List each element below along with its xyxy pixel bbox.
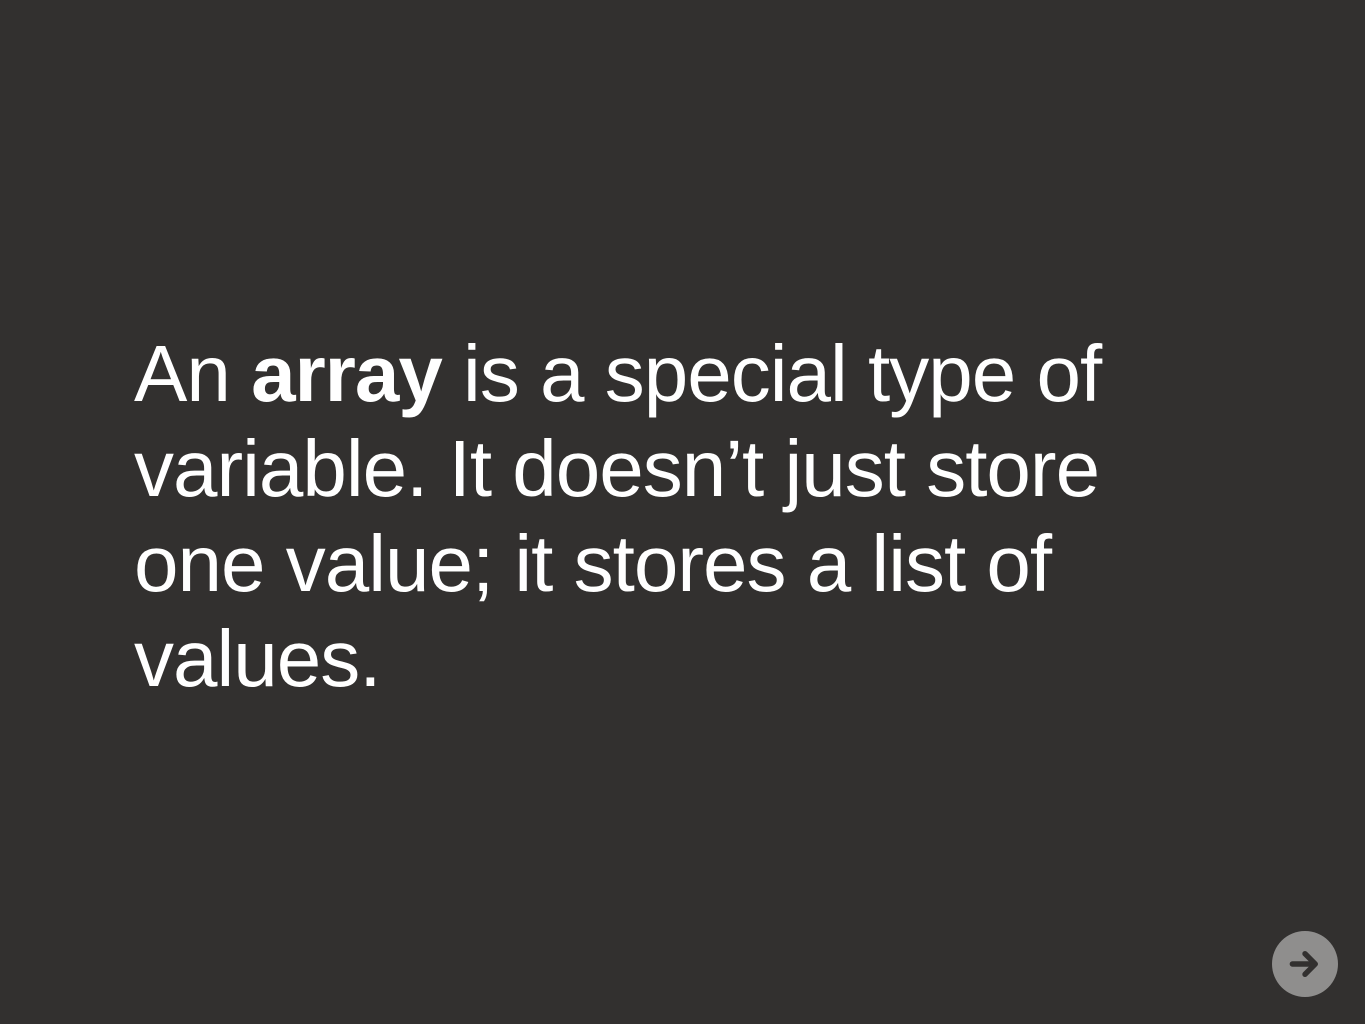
highlighted-term: array (251, 329, 443, 418)
slide-text-line-1: An array is a special type of (134, 326, 1134, 421)
arrow-right-icon (1286, 945, 1324, 983)
slide: An array is a special type of variable. … (0, 0, 1365, 1024)
text-segment: is a special type of (441, 329, 1102, 418)
text-segment: An (134, 329, 252, 418)
slide-text-line-4: values. (134, 614, 381, 703)
next-slide-button[interactable] (1272, 931, 1338, 997)
slide-text-line-3: one value; it stores a list of (134, 519, 1052, 608)
slide-text-line-2: variable. It doesn’t just store (134, 424, 1100, 513)
slide-body-text: An array is a special type of variable. … (134, 326, 1134, 706)
